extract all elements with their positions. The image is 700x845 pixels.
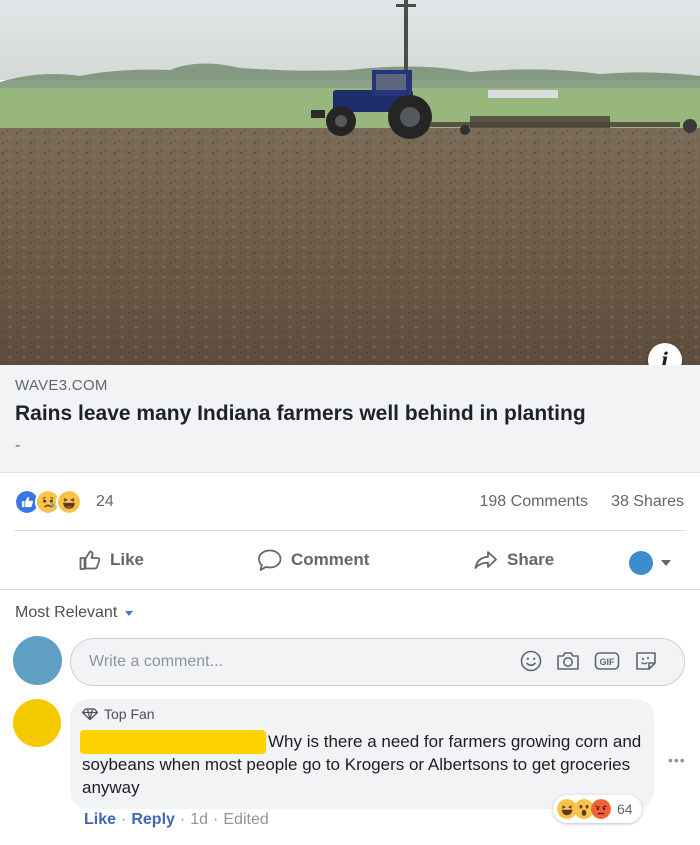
reactions-summary[interactable]: [14, 489, 82, 515]
comment-reply-link[interactable]: Reply: [131, 811, 175, 829]
share-label: Share: [507, 550, 555, 569]
comments-count[interactable]: 198 Comments: [480, 493, 589, 511]
commenter-avatar[interactable]: [13, 699, 61, 747]
reactions-count[interactable]: 24: [96, 493, 114, 511]
link-title[interactable]: Rains leave many Indiana farmers well be…: [15, 402, 586, 426]
svg-text:GIF: GIF: [600, 657, 616, 667]
camera-icon[interactable]: [556, 650, 580, 672]
comment-icon: [258, 549, 282, 571]
avatar[interactable]: [13, 636, 62, 685]
profile-avatar-icon: [629, 551, 653, 575]
top-fan-badge: Top Fan: [82, 706, 155, 722]
divider: [0, 589, 700, 590]
thumbs-up-icon: [79, 550, 101, 570]
shares-count[interactable]: 38 Shares: [611, 493, 684, 511]
comment-meta: Like · Reply · 1d · Edited: [84, 811, 269, 829]
share-icon: [474, 551, 497, 569]
chevron-down-icon: [661, 560, 671, 566]
comment-like-link[interactable]: Like: [84, 811, 116, 829]
comment-input-tools: GIF: [520, 650, 658, 672]
field-tractor-photo: [0, 0, 700, 365]
badge-label: Top Fan: [104, 706, 155, 722]
link-preview[interactable]: WAVE3.COM Rains leave many Indiana farme…: [0, 365, 700, 473]
more-options-icon[interactable]: •••: [668, 752, 686, 768]
comment-reactions[interactable]: 64: [553, 795, 642, 823]
comment-bubble: Top Fan Why is there a need for farmers …: [70, 699, 654, 809]
edited-label[interactable]: Edited: [223, 811, 268, 829]
comment-text: Why is there a need for farmers growing …: [82, 732, 642, 797]
comment-label: Comment: [291, 550, 370, 569]
link-domain: WAVE3.COM: [15, 377, 108, 394]
comment-timestamp[interactable]: 1d: [190, 811, 208, 829]
emoji-icon[interactable]: [520, 650, 542, 672]
share-button[interactable]: Share: [473, 547, 554, 573]
comment-sort-dropdown[interactable]: Most Relevant: [15, 604, 134, 622]
action-bar: Like Comment Share: [0, 531, 700, 589]
engagement-summary: 24 198 Comments 38 Shares: [0, 474, 700, 530]
separator-dot: ·: [213, 811, 219, 828]
separator-dot: ·: [179, 811, 186, 828]
caret-down-icon: [125, 610, 134, 616]
like-button[interactable]: Like: [78, 547, 144, 573]
diamond-icon: [82, 708, 98, 720]
comment-button[interactable]: Comment: [257, 547, 369, 573]
audience-selector[interactable]: [629, 551, 671, 575]
haha-icon: [56, 489, 82, 515]
link-preview-image[interactable]: i: [0, 0, 700, 365]
gif-icon[interactable]: GIF: [594, 650, 620, 672]
angry-icon: [591, 799, 611, 819]
comment-reaction-count: 64: [617, 801, 633, 817]
link-description: -: [15, 437, 21, 454]
like-label: Like: [110, 550, 145, 569]
sticker-icon[interactable]: [634, 650, 658, 672]
separator-dot: ·: [121, 811, 127, 828]
sort-label: Most Relevant: [15, 604, 118, 621]
